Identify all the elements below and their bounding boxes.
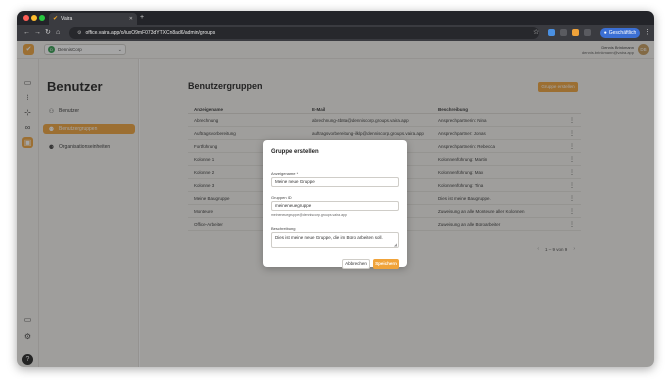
close-window-button[interactable] <box>23 15 29 21</box>
extension-icon[interactable] <box>572 29 579 36</box>
cancel-button[interactable]: Abbrechen <box>342 259 370 269</box>
profile-label: Geschäftlich <box>608 30 637 36</box>
vaira-check-icon: ✔ <box>53 15 59 22</box>
minimize-window-button[interactable] <box>31 15 37 21</box>
browser-tab[interactable]: ✔ Vaira ✕ <box>49 13 137 25</box>
save-button[interactable]: Speichern <box>373 259 399 269</box>
maximize-window-button[interactable] <box>39 15 45 21</box>
bookmark-star-icon[interactable]: ☆ <box>533 29 539 37</box>
browser-titlebar: ✔ Vaira ✕ + <box>17 11 654 25</box>
name-input[interactable]: Meine neue Gruppe <box>271 177 399 187</box>
home-icon[interactable]: ⌂ <box>56 29 60 37</box>
sidepanel-icon[interactable] <box>584 29 591 36</box>
description-text: Dies ist meine neue Gruppe, die im Büro … <box>275 235 383 240</box>
name-label: Anzeigename * <box>271 171 299 176</box>
tab-title: Vaira <box>61 16 73 22</box>
group-id-help: meineneuegruppe@denniscorp.groups.vaira.… <box>271 213 347 217</box>
close-tab-icon[interactable]: ✕ <box>129 16 133 22</box>
resize-handle-icon[interactable]: ◢ <box>394 243 397 247</box>
profile-icon: ● <box>603 30 607 36</box>
create-group-dialog: Gruppe erstellen Anzeigename * Meine neu… <box>263 140 407 269</box>
new-tab-icon[interactable]: + <box>140 13 144 23</box>
forward-icon[interactable]: → <box>34 29 41 37</box>
address-bar[interactable]: ⚙ office.vaira.app/o/iuxO9mF073dYTXCn8ad… <box>69 27 539 39</box>
group-id-input[interactable]: meineneuegruppe <box>271 201 399 211</box>
reload-icon[interactable]: ↻ <box>45 29 51 37</box>
description-label: Beschreibung <box>271 226 296 231</box>
back-icon[interactable]: ← <box>23 29 30 37</box>
profile-button[interactable]: ● Geschäftlich <box>600 28 640 38</box>
site-info-icon[interactable]: ⚙ <box>77 30 81 36</box>
description-textarea[interactable]: Dies ist meine neue Gruppe, die im Büro … <box>271 232 399 248</box>
url-text: office.vaira.app/o/iuxO9mF073dYTXCn8ad6/… <box>85 30 216 36</box>
browser-window: ✔ Vaira ✕ + ← → ↻ ⌂ ⚙ office.vaira.app/o… <box>17 11 654 367</box>
group-id-label: Gruppen ID <box>271 195 292 200</box>
browser-toolbar: ← → ↻ ⌂ ⚙ office.vaira.app/o/iuxO9mF073d… <box>17 25 654 41</box>
extension-icon[interactable] <box>560 29 567 36</box>
dialog-title: Gruppe erstellen <box>271 149 319 155</box>
browser-menu-icon[interactable]: ⋮ <box>644 28 651 37</box>
extension-icon[interactable] <box>548 29 555 36</box>
